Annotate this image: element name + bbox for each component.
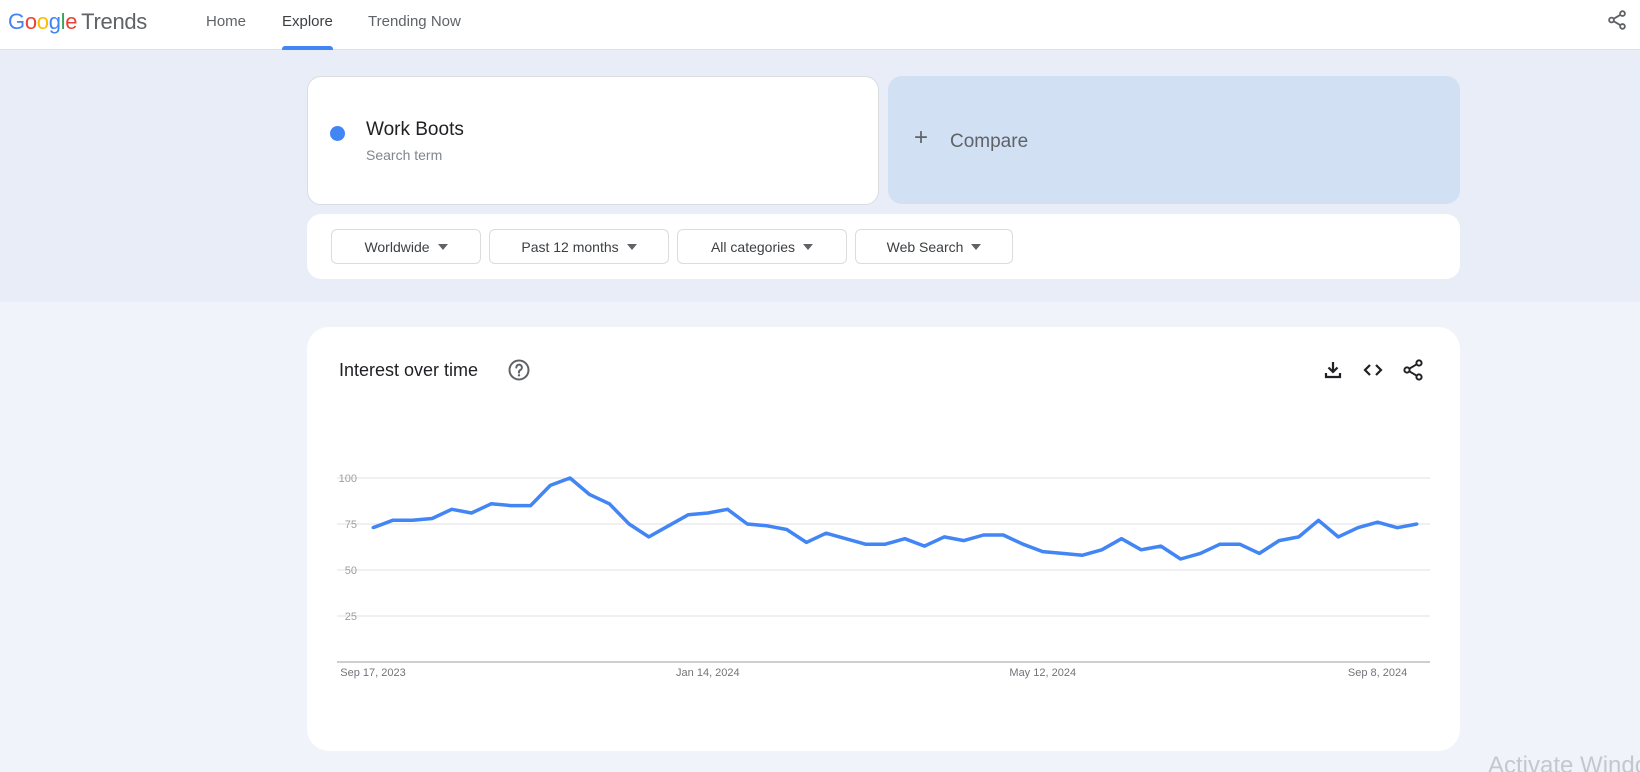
caret-down-icon — [437, 243, 448, 250]
filter-search-type-dropdown[interactable]: Web Search — [855, 229, 1013, 264]
x-tick-label: Sep 17, 2023 — [340, 667, 405, 679]
search-term-type: Search term — [366, 147, 443, 163]
data-point[interactable] — [1356, 526, 1360, 530]
logo-letter: G — [8, 9, 25, 34]
data-point[interactable] — [489, 502, 493, 506]
compare-label: Compare — [950, 131, 1029, 152]
data-point[interactable] — [1120, 537, 1124, 541]
share-icon[interactable] — [1606, 9, 1628, 31]
data-point[interactable] — [785, 528, 789, 532]
nav-tab-home[interactable]: Home — [206, 0, 246, 50]
data-point[interactable] — [1415, 522, 1419, 526]
data-point[interactable] — [469, 511, 473, 515]
caret-down-icon — [803, 243, 814, 250]
data-point[interactable] — [666, 524, 670, 528]
top-bar: Google Trends Home Explore Trending Now — [0, 0, 1640, 50]
data-point[interactable] — [804, 540, 808, 544]
data-point[interactable] — [607, 502, 611, 506]
data-point[interactable] — [883, 542, 887, 546]
data-point[interactable] — [548, 483, 552, 487]
data-point[interactable] — [824, 531, 828, 535]
caret-down-icon — [626, 243, 637, 250]
data-point[interactable] — [430, 516, 434, 520]
x-tick-label: Sep 8, 2024 — [1348, 667, 1407, 679]
interest-line-chart[interactable]: 25 50 75 100 Sep 17, 2023 Jan 14, 2024 May 12… — [307, 327, 1460, 751]
data-point[interactable] — [371, 526, 375, 530]
data-point[interactable] — [1257, 551, 1261, 555]
y-tick-label: 25 — [345, 611, 357, 623]
filter-label: All categories — [710, 238, 796, 255]
data-point[interactable] — [410, 518, 414, 522]
data-point[interactable] — [1277, 539, 1281, 543]
data-point[interactable] — [1336, 535, 1340, 539]
google-trends-logo[interactable]: Google Trends — [8, 9, 147, 35]
search-term-name[interactable]: Work Boots — [366, 119, 464, 141]
term-color-dot — [330, 126, 345, 141]
data-point[interactable] — [568, 476, 572, 480]
filter-time-range-dropdown[interactable]: Past 12 months — [489, 229, 669, 264]
data-point[interactable] — [962, 539, 966, 543]
data-point[interactable] — [1395, 526, 1399, 530]
data-point[interactable] — [647, 535, 651, 539]
filters-bar: Worldwide Past 12 months All categories … — [307, 214, 1460, 279]
search-term-card[interactable]: Work Boots Search term — [307, 76, 879, 205]
data-point[interactable] — [1021, 542, 1025, 546]
data-point[interactable] — [942, 535, 946, 539]
data-point[interactable] — [627, 522, 631, 526]
data-point[interactable] — [745, 522, 749, 526]
logo-letter: e — [65, 9, 78, 34]
y-tick-label: 100 — [339, 473, 357, 485]
data-point[interactable] — [982, 533, 986, 537]
data-point[interactable] — [1060, 551, 1064, 555]
logo-trends-text: Trends — [81, 9, 148, 34]
filter-category-dropdown[interactable]: All categories — [677, 229, 847, 264]
interest-over-time-card: Interest over time 25 50 75 100 Sep 17, 202… — [307, 327, 1460, 751]
filter-label: Worldwide — [364, 238, 430, 255]
filter-location-dropdown[interactable]: Worldwide — [331, 229, 481, 264]
data-point[interactable] — [1001, 533, 1005, 537]
nav-tab-explore[interactable]: Explore — [282, 0, 333, 50]
data-point[interactable] — [863, 542, 867, 546]
data-point[interactable] — [1100, 548, 1104, 552]
nav-tab-trending-now[interactable]: Trending Now — [368, 0, 461, 50]
data-point[interactable] — [1317, 518, 1321, 522]
data-point[interactable] — [1139, 548, 1143, 552]
data-point[interactable] — [1198, 551, 1202, 555]
data-point[interactable] — [529, 504, 533, 508]
data-point[interactable] — [1238, 542, 1242, 546]
y-tick-label: 75 — [345, 519, 357, 531]
data-point[interactable] — [686, 513, 690, 517]
data-point[interactable] — [726, 507, 730, 511]
data-point[interactable] — [765, 524, 769, 528]
series-line-work-boots[interactable] — [372, 476, 1418, 561]
data-point[interactable] — [450, 507, 454, 511]
data-point[interactable] — [844, 537, 848, 541]
data-point[interactable] — [1159, 544, 1163, 548]
data-point[interactable] — [1179, 557, 1183, 561]
x-tick-label: May 12, 2024 — [1009, 667, 1076, 679]
logo-letter: g — [48, 9, 61, 34]
data-point[interactable] — [1218, 542, 1222, 546]
data-point[interactable] — [509, 504, 513, 508]
activate-windows-watermark: Activate Windows — [1488, 752, 1640, 772]
data-point[interactable] — [923, 544, 927, 548]
data-point[interactable] — [1041, 550, 1045, 554]
data-point[interactable] — [706, 511, 710, 515]
logo-letter: o — [36, 9, 49, 34]
logo-letter: o — [24, 9, 37, 34]
data-point[interactable] — [391, 518, 395, 522]
compare-button[interactable]: + Compare — [888, 76, 1460, 204]
plus-icon: + — [914, 124, 929, 151]
data-point[interactable] — [1376, 520, 1380, 524]
caret-down-icon — [971, 243, 982, 250]
filter-label: Past 12 months — [521, 238, 619, 255]
data-point[interactable] — [588, 493, 592, 497]
data-point[interactable] — [903, 537, 907, 541]
data-point[interactable] — [1080, 553, 1084, 557]
x-tick-label: Jan 14, 2024 — [676, 667, 740, 679]
data-point[interactable] — [1297, 535, 1301, 539]
y-tick-label: 50 — [345, 565, 357, 577]
filter-label: Web Search — [886, 238, 964, 255]
